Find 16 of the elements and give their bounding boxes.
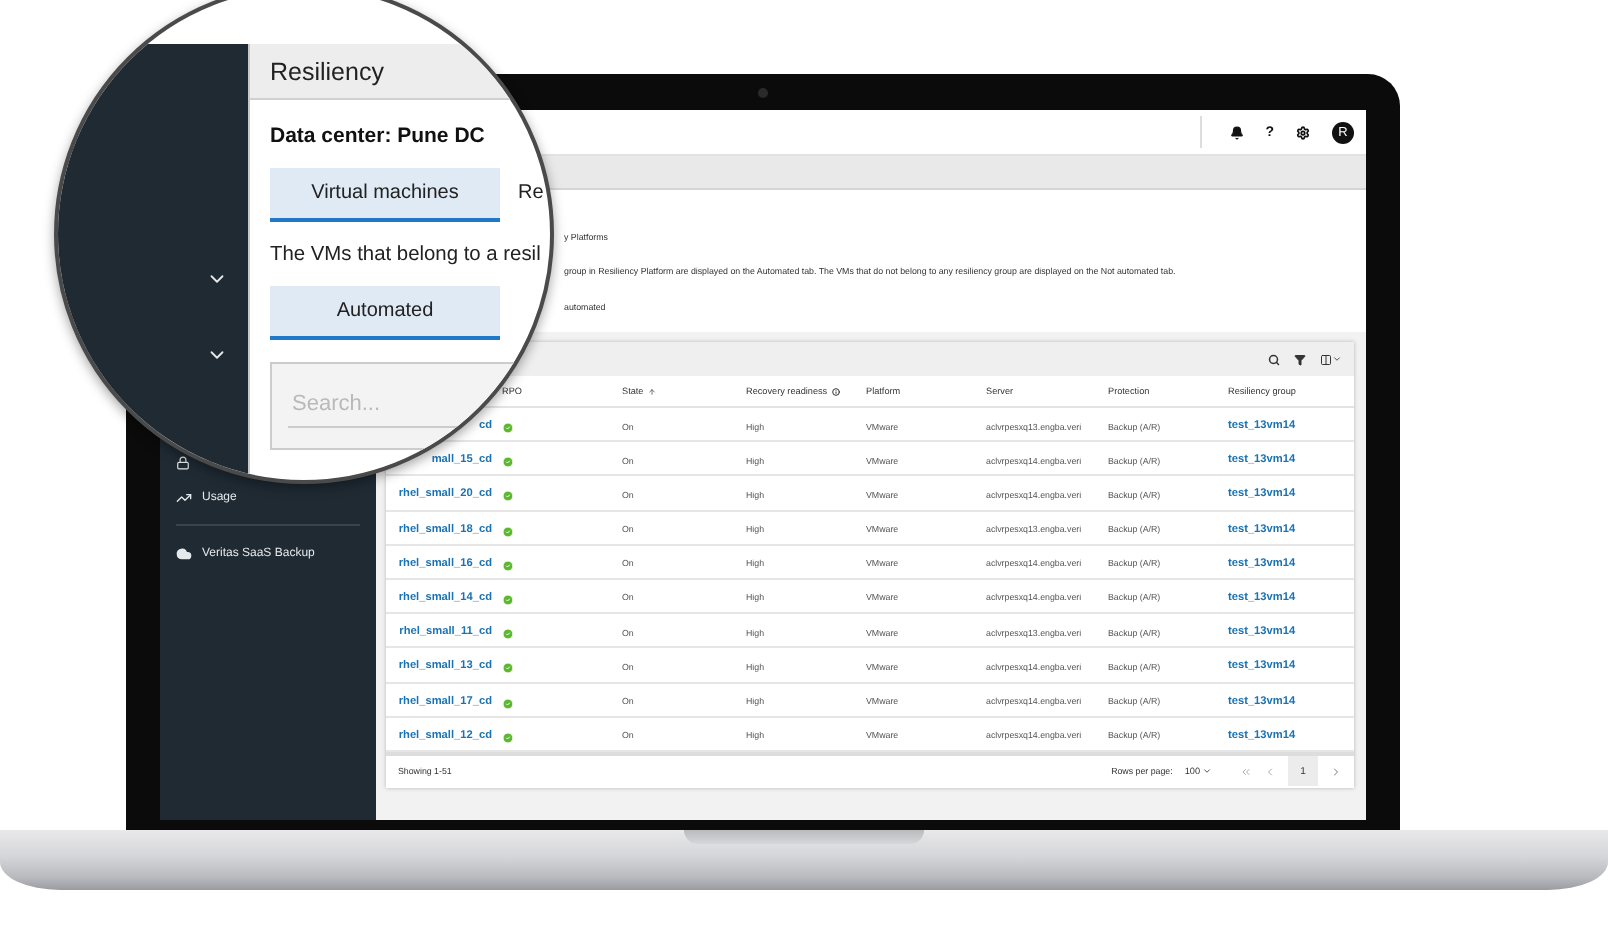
columns-icon[interactable] [1320,353,1342,365]
filter-icon[interactable] [1294,353,1306,365]
bell-icon[interactable] [1229,125,1244,139]
cloud-icon [176,545,192,561]
data-center-title: Data center: Pune DC [270,124,487,148]
page-title: Resiliency [270,57,384,85]
settings-icon[interactable] [1296,125,1310,139]
tab[interactable]: Virtual machines [270,168,500,222]
tab[interactable]: Re [500,168,544,222]
line-chart-icon [176,489,192,505]
caret-icon [1202,766,1212,777]
camera-dot [758,87,768,97]
tab[interactable]: Automated [270,286,500,340]
lock-icon [176,456,190,470]
search-icon[interactable] [1268,353,1280,365]
description-text: The VMs that belong to a resil [270,244,543,266]
